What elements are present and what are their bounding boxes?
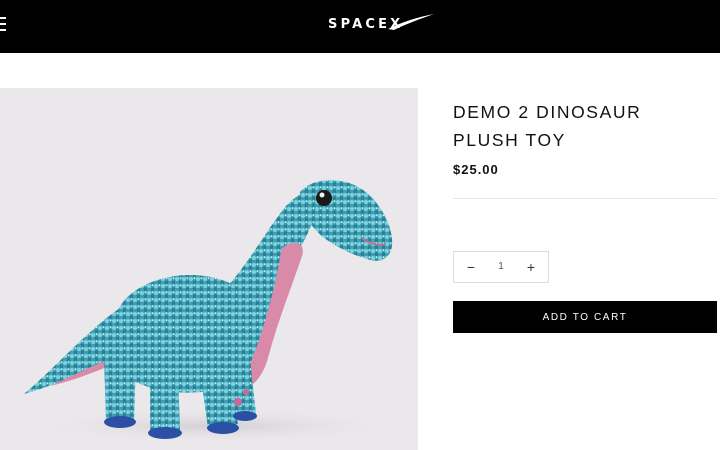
- top-navigation-bar: SPACEX: [0, 0, 720, 53]
- dinosaur-plush-image: [24, 180, 405, 444]
- logo-swoosh-icon: [388, 14, 434, 30]
- product-image: [0, 88, 418, 450]
- product-title: DEMO 2 DINOSAUR PLUSH TOY: [453, 102, 642, 150]
- add-to-cart-button[interactable]: ADD TO CART: [453, 301, 717, 333]
- decrease-quantity-button[interactable]: −: [456, 252, 486, 282]
- divider: [453, 198, 717, 199]
- product-price: $25.00: [453, 162, 499, 177]
- increase-quantity-button[interactable]: +: [516, 252, 546, 282]
- quantity-stepper: − +: [453, 251, 549, 283]
- spacex-logo[interactable]: SPACEX: [328, 13, 436, 35]
- quantity-input[interactable]: [486, 252, 516, 282]
- hamburger-icon[interactable]: [0, 17, 6, 31]
